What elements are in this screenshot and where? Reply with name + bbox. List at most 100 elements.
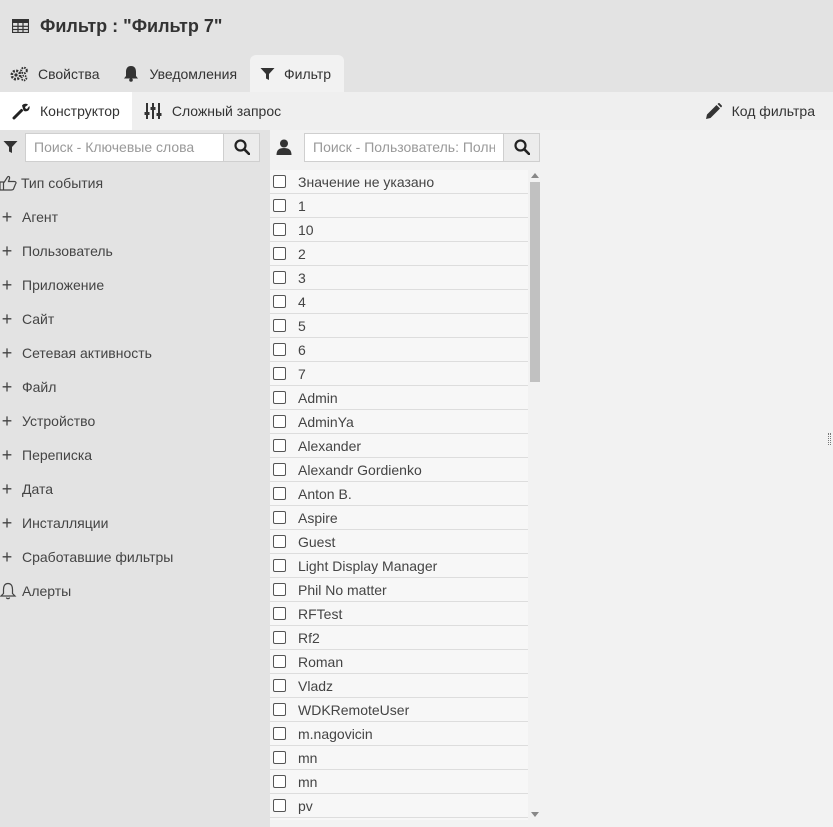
- checkbox[interactable]: [273, 175, 286, 188]
- category-triggered-filters[interactable]: + Сработавшие фильтры: [0, 546, 174, 568]
- list-item-label: Alexandr Gordienko: [298, 461, 422, 478]
- code-link-label: Код фильтра: [731, 103, 815, 119]
- subtab-label: Конструктор: [40, 103, 120, 119]
- list-item[interactable]: 5: [270, 314, 528, 338]
- list-item[interactable]: pv: [270, 794, 528, 818]
- checkbox[interactable]: [273, 343, 286, 356]
- user-search-input[interactable]: [304, 132, 504, 162]
- checkbox[interactable]: [273, 511, 286, 524]
- checkbox[interactable]: [273, 415, 286, 428]
- scroll-down-arrow-icon[interactable]: [531, 812, 539, 817]
- list-item[interactable]: 3: [270, 266, 528, 290]
- list-item[interactable]: Vladz: [270, 674, 528, 698]
- category-correspondence[interactable]: + Переписка: [0, 444, 92, 466]
- checkbox[interactable]: [273, 631, 286, 644]
- plus-icon: +: [1, 241, 13, 261]
- checkbox[interactable]: [273, 295, 286, 308]
- list-item[interactable]: m.nagovicin: [270, 722, 528, 746]
- subtab-constructor[interactable]: Конструктор: [0, 92, 132, 130]
- list-item-label: Rf2: [298, 629, 320, 646]
- thumbs-up-icon: [0, 175, 17, 191]
- list-item[interactable]: 6: [270, 338, 528, 362]
- user-search-button[interactable]: [504, 132, 540, 162]
- checkbox[interactable]: [273, 607, 286, 620]
- list-item[interactable]: Roman: [270, 650, 528, 674]
- plus-icon: +: [1, 445, 13, 465]
- category-file[interactable]: + Файл: [0, 376, 57, 398]
- list-item[interactable]: Guest: [270, 530, 528, 554]
- list-item[interactable]: mn: [270, 746, 528, 770]
- list-item[interactable]: Aspire: [270, 506, 528, 530]
- list-item[interactable]: Alexandr Gordienko: [270, 458, 528, 482]
- list-item[interactable]: Light Display Manager: [270, 554, 528, 578]
- category-event-type[interactable]: Тип события: [0, 172, 103, 194]
- list-item-label: Vladz: [298, 677, 334, 694]
- category-date[interactable]: + Дата: [0, 478, 53, 500]
- list-item[interactable]: Admin: [270, 386, 528, 410]
- table-icon: [12, 19, 29, 33]
- list-item[interactable]: 10: [270, 218, 528, 242]
- value-list-scrollbar[interactable]: [528, 170, 542, 820]
- category-installations[interactable]: + Инсталляции: [0, 512, 109, 534]
- list-item[interactable]: mn: [270, 770, 528, 794]
- checkbox[interactable]: [273, 583, 286, 596]
- tab-properties[interactable]: Свойства: [0, 55, 112, 92]
- sliders-icon: [144, 103, 162, 119]
- filter-code-link[interactable]: Код фильтра: [705, 92, 815, 130]
- category-site[interactable]: + Сайт: [0, 308, 55, 330]
- list-item-label: Phil No matter: [298, 581, 387, 598]
- list-item[interactable]: 1: [270, 194, 528, 218]
- list-item[interactable]: Phil No matter: [270, 578, 528, 602]
- tab-notifications[interactable]: Уведомления: [112, 55, 250, 92]
- tab-label: Уведомления: [149, 65, 238, 82]
- list-item[interactable]: Anton B.: [270, 482, 528, 506]
- checkbox[interactable]: [273, 199, 286, 212]
- list-item[interactable]: RFTest: [270, 602, 528, 626]
- list-item-label: Alexander: [298, 437, 362, 454]
- list-item[interactable]: Rf2: [270, 626, 528, 650]
- checkbox[interactable]: [273, 247, 286, 260]
- category-agent[interactable]: + Агент: [0, 206, 58, 228]
- scrollbar-thumb[interactable]: [530, 182, 540, 382]
- category-application[interactable]: + Приложение: [0, 274, 104, 296]
- checkbox[interactable]: [273, 319, 286, 332]
- category-user[interactable]: + Пользователь: [0, 240, 113, 262]
- tab-filter[interactable]: Фильтр: [250, 55, 345, 92]
- category-alerts[interactable]: Алерты: [0, 580, 71, 602]
- checkbox[interactable]: [273, 775, 286, 788]
- checkbox[interactable]: [273, 463, 286, 476]
- list-item[interactable]: Значение не указано: [270, 170, 528, 194]
- scroll-up-arrow-icon[interactable]: [531, 173, 539, 178]
- checkbox[interactable]: [273, 487, 286, 500]
- list-item-label: Значение не указано: [298, 173, 435, 190]
- category-label: Дата: [22, 481, 54, 497]
- category-network-activity[interactable]: + Сетевая активность: [0, 342, 152, 364]
- checkbox[interactable]: [273, 439, 286, 452]
- resize-handle-icon[interactable]: [828, 433, 831, 445]
- checkbox[interactable]: [273, 679, 286, 692]
- keyword-search-input[interactable]: [25, 132, 224, 162]
- checkbox[interactable]: [273, 223, 286, 236]
- checkbox[interactable]: [273, 727, 286, 740]
- category-device[interactable]: + Устройство: [0, 410, 96, 432]
- checkbox[interactable]: [273, 391, 286, 404]
- list-item[interactable]: 7: [270, 362, 528, 386]
- checkbox[interactable]: [273, 703, 286, 716]
- list-item[interactable]: WDKRemoteUser: [270, 698, 528, 722]
- checkbox[interactable]: [273, 799, 286, 812]
- keyword-search-button[interactable]: [224, 132, 260, 162]
- list-item[interactable]: 4: [270, 290, 528, 314]
- checkbox[interactable]: [273, 751, 286, 764]
- list-item-label: WDKRemoteUser: [298, 701, 410, 718]
- list-item[interactable]: Alexander: [270, 434, 528, 458]
- list-item[interactable]: 2: [270, 242, 528, 266]
- list-item[interactable]: AdminYa: [270, 410, 528, 434]
- checkbox[interactable]: [273, 367, 286, 380]
- list-item-label: AdminYa: [298, 413, 354, 430]
- checkbox[interactable]: [273, 559, 286, 572]
- checkbox[interactable]: [273, 271, 286, 284]
- subtab-complex-query[interactable]: Сложный запрос: [132, 92, 293, 130]
- checkbox[interactable]: [273, 535, 286, 548]
- category-label: Пользователь: [22, 243, 113, 259]
- checkbox[interactable]: [273, 655, 286, 668]
